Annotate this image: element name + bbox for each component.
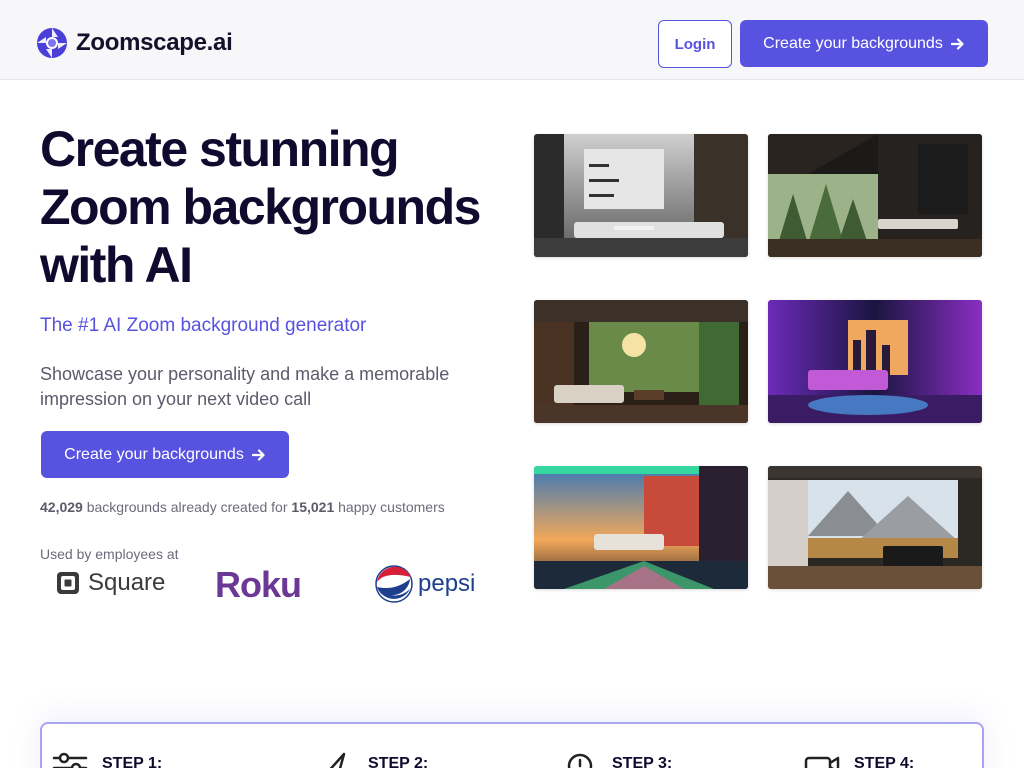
customers-count: 15,021 [291, 499, 335, 515]
backgrounds-text: backgrounds already created for [86, 499, 288, 515]
forest-cabin-living-room-image [768, 134, 982, 257]
hero-create-backgrounds-button[interactable]: Create your backgrounds [41, 431, 289, 478]
arrow-right-icon [950, 37, 964, 50]
neon-sunset-bedroom-image [534, 466, 748, 589]
square-logo: Square [56, 569, 165, 597]
step-1: STEP 1: [52, 752, 162, 768]
gallery-image-3[interactable] [534, 300, 748, 423]
brand-logo[interactable]: Zoomscape.ai [36, 27, 233, 59]
step-4: STEP 4: [804, 752, 914, 768]
login-button[interactable]: Login [658, 20, 732, 68]
jungle-view-living-room-image [534, 300, 748, 423]
gallery-image-1[interactable] [534, 134, 748, 257]
brand-name: Zoomscape.ai [76, 29, 233, 56]
hero-title-line-3: with AI [40, 237, 193, 293]
modern-living-room-image [534, 134, 748, 257]
arrow-right-icon [251, 448, 265, 461]
pepsi-logo: pepsi [375, 565, 475, 603]
mountain-view-lounge-image [768, 466, 982, 589]
gallery-image-4[interactable] [768, 300, 982, 423]
hero-description: Showcase your personality and make a mem… [40, 364, 450, 409]
backgrounds-count: 42,029 [40, 499, 83, 515]
site-header: Zoomscape.ai Login Create your backgroun… [0, 0, 1024, 80]
roku-logo: Roku [215, 564, 302, 605]
gallery-image-5[interactable] [534, 466, 748, 589]
clock-download-icon [567, 753, 593, 768]
usage-stats: 42,029 backgrounds already created for 1… [40, 499, 445, 515]
hero-title-line-2: Zoom backgrounds [40, 179, 481, 235]
pepsi-wordmark: pepsi [418, 570, 476, 597]
gallery-image-6[interactable] [768, 466, 982, 589]
steps-panel: STEP 1: STEP 2: STEP 3: STEP 4: [40, 722, 984, 768]
gallery-image-2[interactable] [768, 134, 982, 257]
square-icon [57, 572, 79, 594]
video-camera-icon [804, 756, 840, 768]
hero-title: Create stunning Zoom backgrounds with AI [40, 120, 510, 294]
hero-subtitle: The #1 AI Zoom background generator [40, 315, 367, 336]
hero-cta-label: Create your backgrounds [64, 445, 244, 463]
step-3-label: STEP 3: [612, 755, 673, 768]
header-cta-label: Create your backgrounds [763, 34, 943, 52]
neon-city-bedroom-image [768, 300, 982, 423]
step-2-label: STEP 2: [368, 755, 429, 768]
step-3: STEP 3: [562, 752, 672, 768]
step-1-label: STEP 1: [102, 755, 163, 768]
aperture-logo-icon [37, 28, 67, 58]
step-4-label: STEP 4: [854, 755, 915, 768]
step-2: STEP 2: [318, 752, 428, 768]
customers-text: happy customers [338, 499, 445, 515]
used-by-label: Used by employees at [40, 546, 179, 562]
header-create-backgrounds-button[interactable]: Create your backgrounds [740, 20, 988, 67]
hero-title-line-1: Create stunning [40, 121, 400, 177]
square-wordmark: Square [88, 569, 166, 596]
sliders-icon [52, 752, 88, 768]
pepsi-globe-icon [375, 565, 413, 603]
paper-plane-icon [329, 752, 346, 768]
